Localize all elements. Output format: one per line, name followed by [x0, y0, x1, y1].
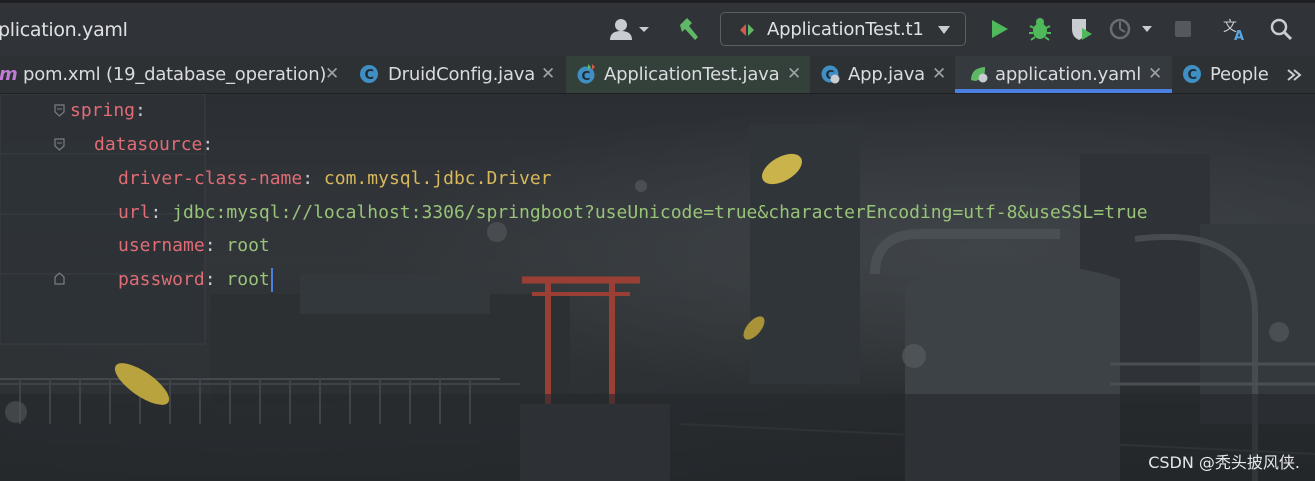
svg-text:A: A	[1234, 29, 1244, 42]
main-toolbar: plication.yaml ApplicationTest.t1 文 A	[0, 0, 1315, 56]
spring-class-icon: C	[821, 65, 840, 84]
code-line-6[interactable]: password: root	[118, 265, 273, 295]
run-configuration-label: ApplicationTest.t1	[767, 19, 924, 40]
tab-app-java[interactable]: C App.java ✕	[810, 56, 955, 93]
svg-text:C: C	[582, 69, 591, 83]
colon: :	[202, 134, 214, 155]
close-icon[interactable]: ✕	[932, 64, 946, 84]
yaml-key: url	[118, 202, 151, 223]
tab-label: pom.xml (19_database_operation)	[23, 64, 327, 85]
close-icon[interactable]: ✕	[1148, 64, 1162, 84]
tab-overflow-chevron-icon[interactable]	[1284, 65, 1304, 85]
close-icon[interactable]: ✕	[541, 64, 555, 84]
run-with-coverage-icon[interactable]	[1068, 16, 1094, 42]
yaml-value: jdbc:mysql://localhost:3306/springboot?u…	[172, 202, 1148, 223]
class-icon: C	[360, 65, 378, 83]
fold-marker-icon[interactable]	[54, 138, 65, 151]
tab-label: application.yaml	[995, 64, 1142, 85]
search-icon[interactable]	[1268, 16, 1294, 42]
window-file-title: plication.yaml	[0, 19, 128, 41]
colon: :	[150, 202, 173, 223]
tab-label: People	[1210, 64, 1269, 85]
code-line-5[interactable]: username: root	[118, 231, 270, 261]
code-line-4[interactable]: url: jdbc:mysql://localhost:3306/springb…	[118, 198, 1148, 228]
stop-icon[interactable]	[1170, 16, 1196, 42]
text-cursor	[270, 268, 273, 292]
maven-icon: m	[0, 64, 18, 85]
run-configuration-selector[interactable]: ApplicationTest.t1	[720, 12, 966, 46]
editor-tab-bar: m pom.xml (19_database_operation) ✕ C Dr…	[0, 56, 1315, 94]
yaml-value: com.mysql.jdbc.Driver	[323, 168, 552, 189]
yaml-key: datasource	[94, 134, 203, 155]
svg-text:C: C	[365, 68, 375, 83]
code-line-1[interactable]: spring:	[70, 96, 146, 126]
colon: :	[204, 235, 227, 256]
close-icon[interactable]: ✕	[787, 64, 801, 84]
yaml-key: username	[118, 235, 205, 256]
build-hammer-icon[interactable]	[676, 16, 702, 42]
colon: :	[204, 269, 227, 290]
spring-yaml-icon	[971, 67, 988, 83]
tab-druidconfig-java[interactable]: C DruidConfig.java ✕	[350, 56, 566, 93]
tab-label: App.java	[848, 64, 926, 85]
yaml-value: root	[226, 269, 270, 290]
code-line-3[interactable]: driver-class-name: com.mysql.jdbc.Driver	[118, 164, 552, 194]
account-icon[interactable]	[607, 16, 651, 42]
chevron-down-icon	[938, 26, 950, 34]
tab-applicationtest-java[interactable]: C ApplicationTest.java ✕	[566, 56, 810, 93]
run-icon[interactable]	[986, 16, 1012, 42]
test-class-icon: C	[577, 64, 595, 84]
profiler-icon[interactable]	[1108, 16, 1158, 42]
colon: :	[302, 168, 324, 189]
class-icon: C	[1183, 65, 1201, 83]
yaml-key: password	[118, 269, 205, 290]
tab-application-yaml[interactable]: application.yaml ✕	[955, 56, 1172, 93]
colon: :	[135, 100, 146, 121]
translate-icon[interactable]: 文 A	[1222, 16, 1248, 42]
yaml-key: driver-class-name	[118, 168, 303, 189]
debug-icon[interactable]	[1027, 16, 1053, 42]
fold-end-marker-icon[interactable]	[54, 272, 65, 285]
close-icon[interactable]: ✕	[325, 64, 339, 84]
tab-label: ApplicationTest.java	[604, 64, 780, 85]
code-line-2[interactable]: datasource:	[94, 130, 213, 160]
yaml-value: root	[226, 235, 270, 256]
code-editor[interactable]: spring: datasource: driver-class-name: c…	[0, 94, 1315, 481]
yaml-key: spring	[70, 100, 136, 121]
test-config-icon	[740, 24, 754, 36]
tab-label: DruidConfig.java	[388, 64, 536, 85]
fold-marker-icon[interactable]	[54, 104, 65, 117]
svg-text:C: C	[1188, 68, 1198, 83]
tab-pom-xml[interactable]: m pom.xml (19_database_operation) ✕	[0, 56, 350, 93]
watermark: CSDN @秃头披风侠.	[1148, 453, 1300, 472]
